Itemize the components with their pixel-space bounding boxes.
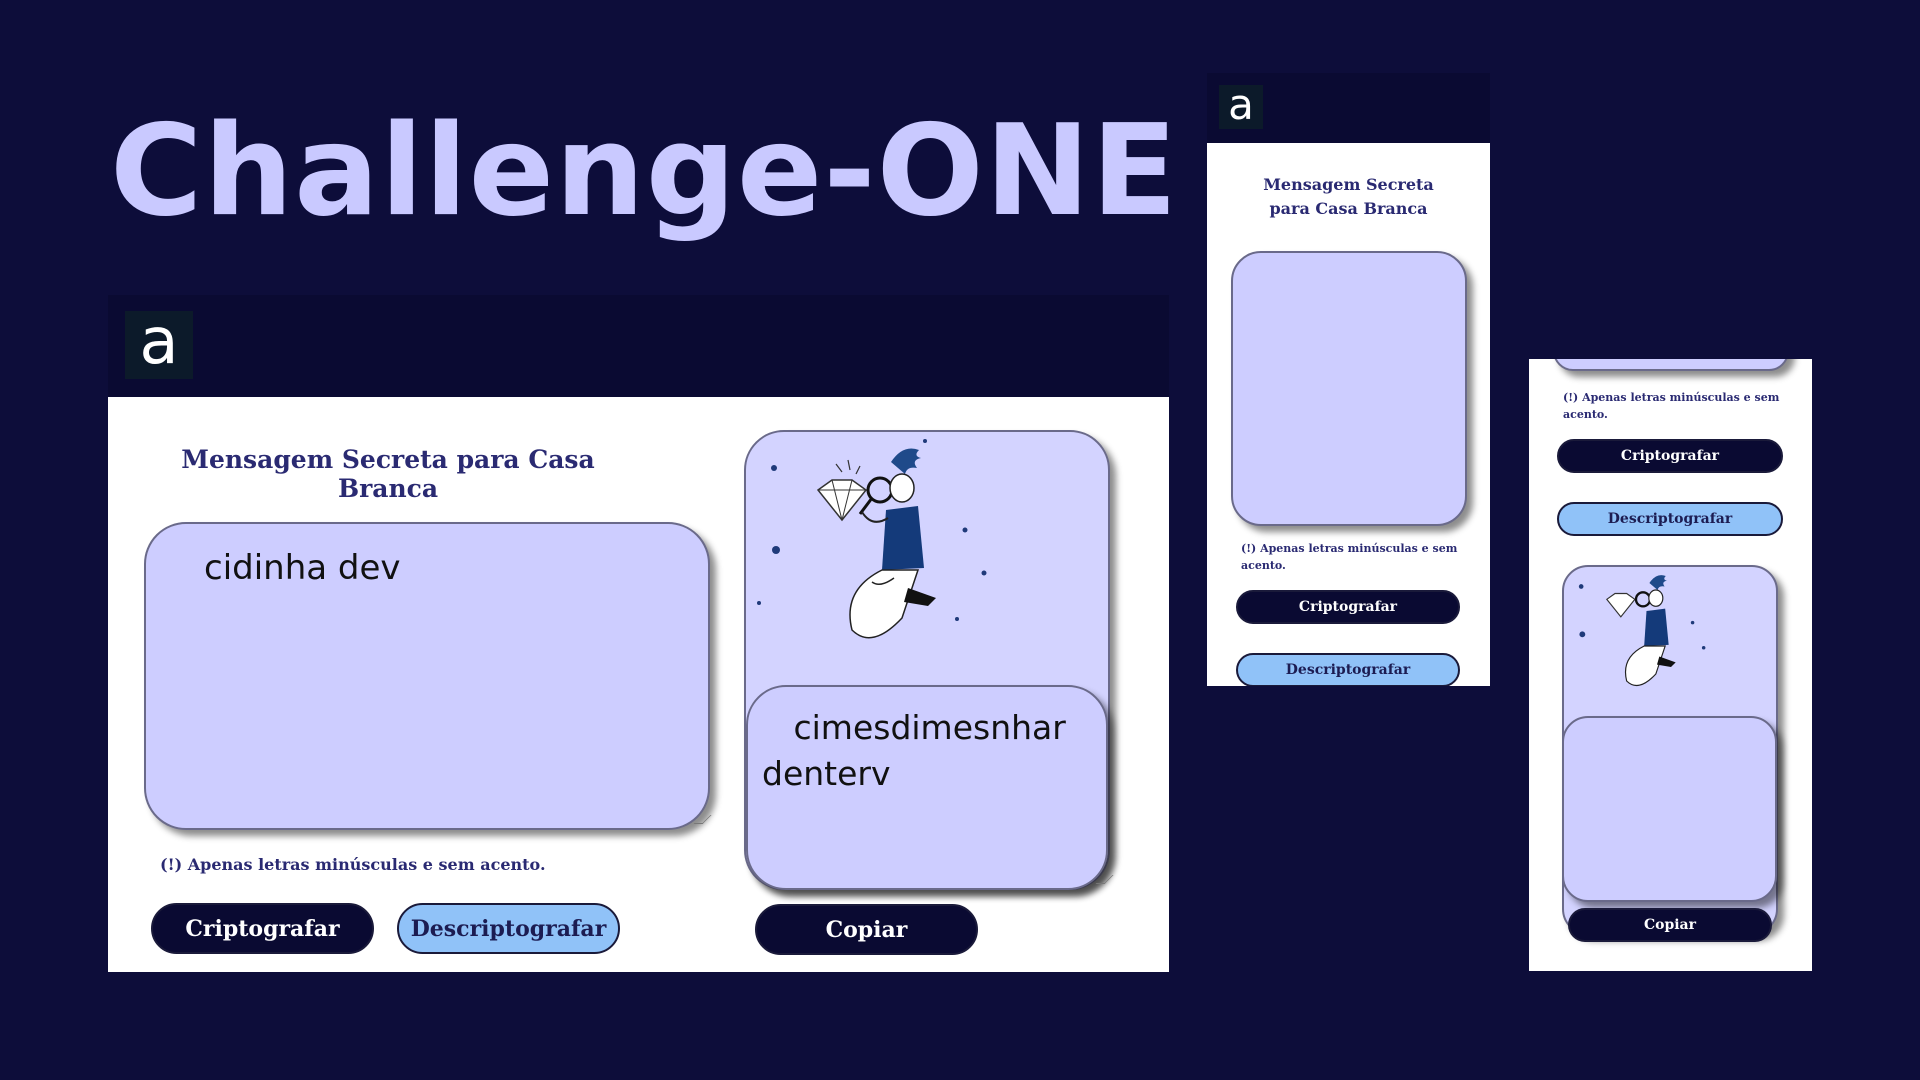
- result-output-text: cimesdimesnhar denterv: [762, 708, 1066, 793]
- result-output[interactable]: cimesdimesnhar denterv: [746, 685, 1108, 890]
- page-heading-tablet: Mensagem Secreta para Casa Branca: [1207, 173, 1490, 221]
- hint-line-2: acento.: [1241, 559, 1286, 572]
- hint-line-1-mobile: (!) Apenas letras minúsculas e sem: [1563, 391, 1780, 404]
- hint-line-2-mobile: acento.: [1563, 408, 1608, 421]
- message-input-tablet[interactable]: [1231, 251, 1467, 526]
- alura-logo-icon-tablet[interactable]: a: [1219, 84, 1263, 129]
- page-heading: Mensagem Secreta para Casa Branca: [181, 445, 595, 503]
- mobile-mockup: (!) Apenas letras minúsculas e sem acent…: [1529, 359, 1812, 971]
- decrypt-button-tablet[interactable]: Descriptografar: [1236, 653, 1460, 686]
- detective-illustration-icon-mobile: [1578, 575, 1706, 687]
- message-input-mobile[interactable]: [1553, 359, 1789, 371]
- encrypt-button-mobile[interactable]: Criptografar: [1557, 439, 1783, 473]
- hint-line-1: (!) Apenas letras minúsculas e sem: [1241, 542, 1458, 555]
- message-input-text: cidinha dev: [204, 548, 401, 588]
- hero-title: Challenge-ONE: [110, 97, 1179, 244]
- result-output-mobile[interactable]: [1562, 716, 1777, 902]
- desktop-header-bar: [108, 295, 1169, 397]
- input-hint: (!) Apenas letras minúsculas e sem acent…: [160, 855, 546, 874]
- message-input[interactable]: cidinha dev: [144, 522, 710, 830]
- encrypt-button-tablet[interactable]: Criptografar: [1236, 590, 1460, 624]
- heading-line-1: Mensagem Secreta: [1263, 175, 1434, 194]
- alura-logo-icon[interactable]: a: [125, 310, 193, 379]
- input-hint-mobile: (!) Apenas letras minúsculas e sem acent…: [1563, 389, 1779, 423]
- encrypt-button[interactable]: Criptografar: [151, 903, 374, 954]
- decrypt-button-mobile[interactable]: Descriptografar: [1557, 502, 1783, 536]
- desktop-mockup: a Mensagem Secreta para Casa Branca cidi…: [108, 295, 1169, 972]
- heading-line-2: para Casa Branca: [1269, 199, 1428, 218]
- input-hint-tablet: (!) Apenas letras minúsculas e sem acent…: [1241, 540, 1457, 574]
- detective-illustration-icon: [757, 439, 987, 639]
- decrypt-button[interactable]: Descriptografar: [397, 903, 620, 954]
- copy-button-mobile[interactable]: Copiar: [1568, 908, 1772, 942]
- copy-button[interactable]: Copiar: [755, 904, 978, 955]
- tablet-mockup: a Mensagem Secreta para Casa Branca (!) …: [1207, 73, 1490, 686]
